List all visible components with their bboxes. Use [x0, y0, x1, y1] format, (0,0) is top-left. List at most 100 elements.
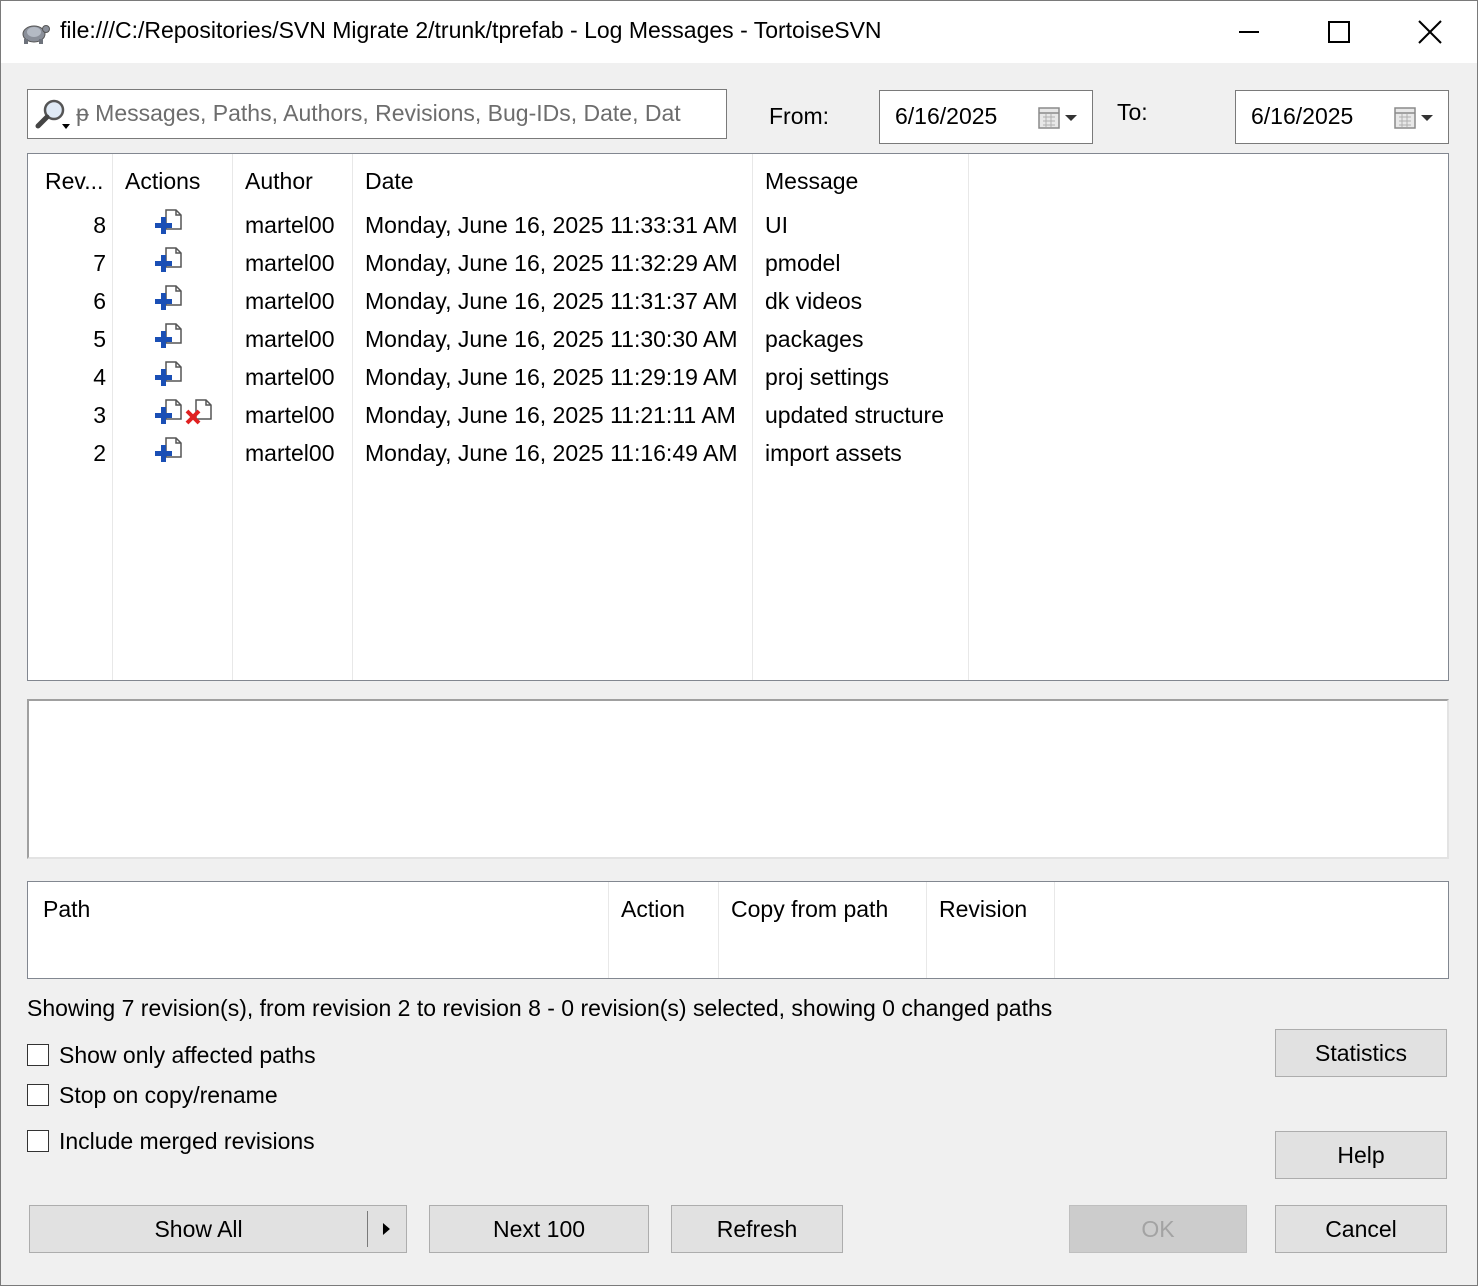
column-header-action[interactable]: Action	[621, 896, 685, 923]
revision-number: 7	[93, 250, 106, 276]
minimize-icon	[1239, 31, 1259, 33]
author-cell: martel00	[245, 288, 335, 314]
from-label: From:	[769, 103, 830, 129]
search-icon	[35, 99, 70, 129]
revision-number: 3	[93, 402, 106, 428]
author-cell: martel00	[245, 250, 335, 276]
file-added-icon	[155, 437, 182, 462]
to-label: To:	[1117, 99, 1148, 125]
date-cell: Monday, June 16, 2025 11:21:11 AM	[365, 402, 736, 428]
checkbox-box[interactable]	[27, 1084, 49, 1106]
date-cell: Monday, June 16, 2025 11:29:19 AM	[365, 364, 738, 390]
column-divider	[1054, 882, 1055, 978]
table-row[interactable]: 2 martel00 Monday, June 16, 2025 11:16:49 …	[28, 434, 1448, 472]
message-cell: pmodel	[765, 250, 841, 276]
changed-paths-list[interactable]: Path Action Copy from path Revision	[27, 881, 1449, 979]
column-header-date[interactable]: Date	[365, 168, 414, 195]
dropdown-arrow-icon[interactable]	[368, 1219, 406, 1239]
date-cell: Monday, June 16, 2025 11:31:37 AM	[365, 288, 738, 314]
date-cell: Monday, June 16, 2025 11:32:29 AM	[365, 250, 738, 276]
actions-cell	[154, 398, 214, 428]
column-header-actions[interactable]: Actions	[125, 168, 200, 195]
checkbox-label: Show only affected paths	[59, 1041, 316, 1068]
checkbox-label: Include merged revisions	[59, 1127, 315, 1154]
table-row[interactable]: 7 martel00 Monday, June 16, 2025 11:32:29 …	[28, 244, 1448, 282]
actions-cell	[154, 360, 184, 390]
statistics-button[interactable]: Statistics	[1275, 1029, 1447, 1077]
show-only-affected-checkbox[interactable]: Show only affected paths	[27, 1040, 316, 1070]
include-merged-checkbox[interactable]: Include merged revisions	[27, 1126, 315, 1156]
table-row[interactable]: 5 martel00 Monday, June 16, 2025 11:30:30 …	[28, 320, 1448, 358]
revision-list[interactable]: Rev... Actions Author Date Message 8 mart…	[27, 153, 1449, 681]
log-message-box[interactable]	[27, 699, 1449, 859]
table-row[interactable]: 8 martel00 Monday, June 16, 2025 11:33:31 …	[28, 206, 1448, 244]
from-date-value: 6/16/2025	[895, 103, 998, 129]
date-cell: Monday, June 16, 2025 11:33:31 AM	[365, 212, 738, 238]
revision-number: 2	[93, 440, 106, 466]
message-cell: import assets	[765, 440, 902, 466]
author-cell: martel00	[245, 440, 335, 466]
revision-number: 6	[93, 288, 106, 314]
calendar-dropdown-icon[interactable]	[1394, 105, 1436, 131]
file-deleted-icon	[185, 399, 212, 425]
author-cell: martel00	[245, 364, 335, 390]
date-cell: Monday, June 16, 2025 11:16:49 AM	[365, 440, 738, 466]
checkbox-box[interactable]	[27, 1044, 49, 1066]
maximize-icon	[1328, 21, 1350, 43]
column-header-revision[interactable]: Rev...	[45, 168, 103, 195]
message-cell: proj settings	[765, 364, 890, 390]
actions-cell	[154, 322, 184, 352]
refresh-button[interactable]: Refresh	[671, 1205, 843, 1253]
message-cell: updated structure	[765, 402, 945, 428]
table-row[interactable]: 4 martel00 Monday, June 16, 2025 11:29:19 …	[28, 358, 1448, 396]
help-button[interactable]: Help	[1275, 1131, 1447, 1179]
from-date-picker[interactable]: 6/16/2025	[879, 90, 1093, 144]
cancel-button[interactable]: Cancel	[1275, 1205, 1447, 1253]
revision-number: 8	[93, 212, 106, 238]
actions-cell	[154, 284, 184, 314]
minimize-button[interactable]	[1204, 1, 1294, 63]
to-date-picker[interactable]: 6/16/2025	[1235, 90, 1449, 144]
search-placeholder: ᵽ Messages, Paths, Authors, Revisions, B…	[76, 100, 681, 126]
show-all-label[interactable]: Show All	[30, 1216, 367, 1243]
revision-number: 5	[93, 326, 106, 352]
author-cell: martel00	[245, 326, 335, 352]
file-added-icon	[155, 323, 182, 348]
message-cell: packages	[765, 326, 864, 352]
author-cell: martel00	[245, 212, 335, 238]
stop-on-copy-checkbox[interactable]: Stop on copy/rename	[27, 1080, 278, 1110]
ok-button[interactable]: OK	[1069, 1205, 1247, 1253]
title-bar: file:///C:/Repositories/SVN Migrate 2/tr…	[1, 1, 1477, 63]
show-all-text: Show All	[154, 1215, 243, 1242]
actions-cell	[154, 208, 184, 238]
to-date-value: 6/16/2025	[1251, 103, 1354, 129]
checkbox-box[interactable]	[27, 1130, 49, 1152]
column-header-author[interactable]: Author	[245, 168, 313, 195]
search-input[interactable]: ᵽ Messages, Paths, Authors, Revisions, B…	[27, 89, 727, 139]
next-100-button[interactable]: Next 100	[429, 1205, 649, 1253]
table-row[interactable]: 3 martel00 Monday, June 16, 2025 11:21:11 …	[28, 396, 1448, 434]
close-icon	[1418, 20, 1442, 44]
maximize-button[interactable]	[1294, 1, 1384, 63]
column-header-path[interactable]: Path	[43, 896, 90, 923]
calendar-dropdown-icon[interactable]	[1038, 105, 1080, 131]
column-header-message[interactable]: Message	[765, 168, 858, 195]
show-all-split-button[interactable]: Show All	[29, 1205, 407, 1253]
table-row[interactable]: 6 martel00 Monday, June 16, 2025 11:31:37 …	[28, 282, 1448, 320]
column-header-path-revision[interactable]: Revision	[939, 896, 1027, 923]
file-added-icon	[155, 285, 182, 310]
column-divider	[608, 882, 609, 978]
close-button[interactable]	[1385, 1, 1475, 63]
actions-cell	[154, 436, 184, 466]
log-messages-window: file:///C:/Repositories/SVN Migrate 2/tr…	[0, 0, 1478, 1286]
tortoise-icon	[22, 25, 50, 44]
column-divider	[926, 882, 927, 978]
file-added-icon	[155, 247, 182, 272]
file-added-icon	[155, 399, 182, 424]
date-cell: Monday, June 16, 2025 11:30:30 AM	[365, 326, 738, 352]
actions-cell	[154, 246, 184, 276]
message-cell: UI	[765, 212, 788, 238]
window-title: file:///C:/Repositories/SVN Migrate 2/tr…	[60, 17, 882, 43]
column-header-copy-from-path[interactable]: Copy from path	[731, 896, 888, 923]
column-divider	[718, 882, 719, 978]
